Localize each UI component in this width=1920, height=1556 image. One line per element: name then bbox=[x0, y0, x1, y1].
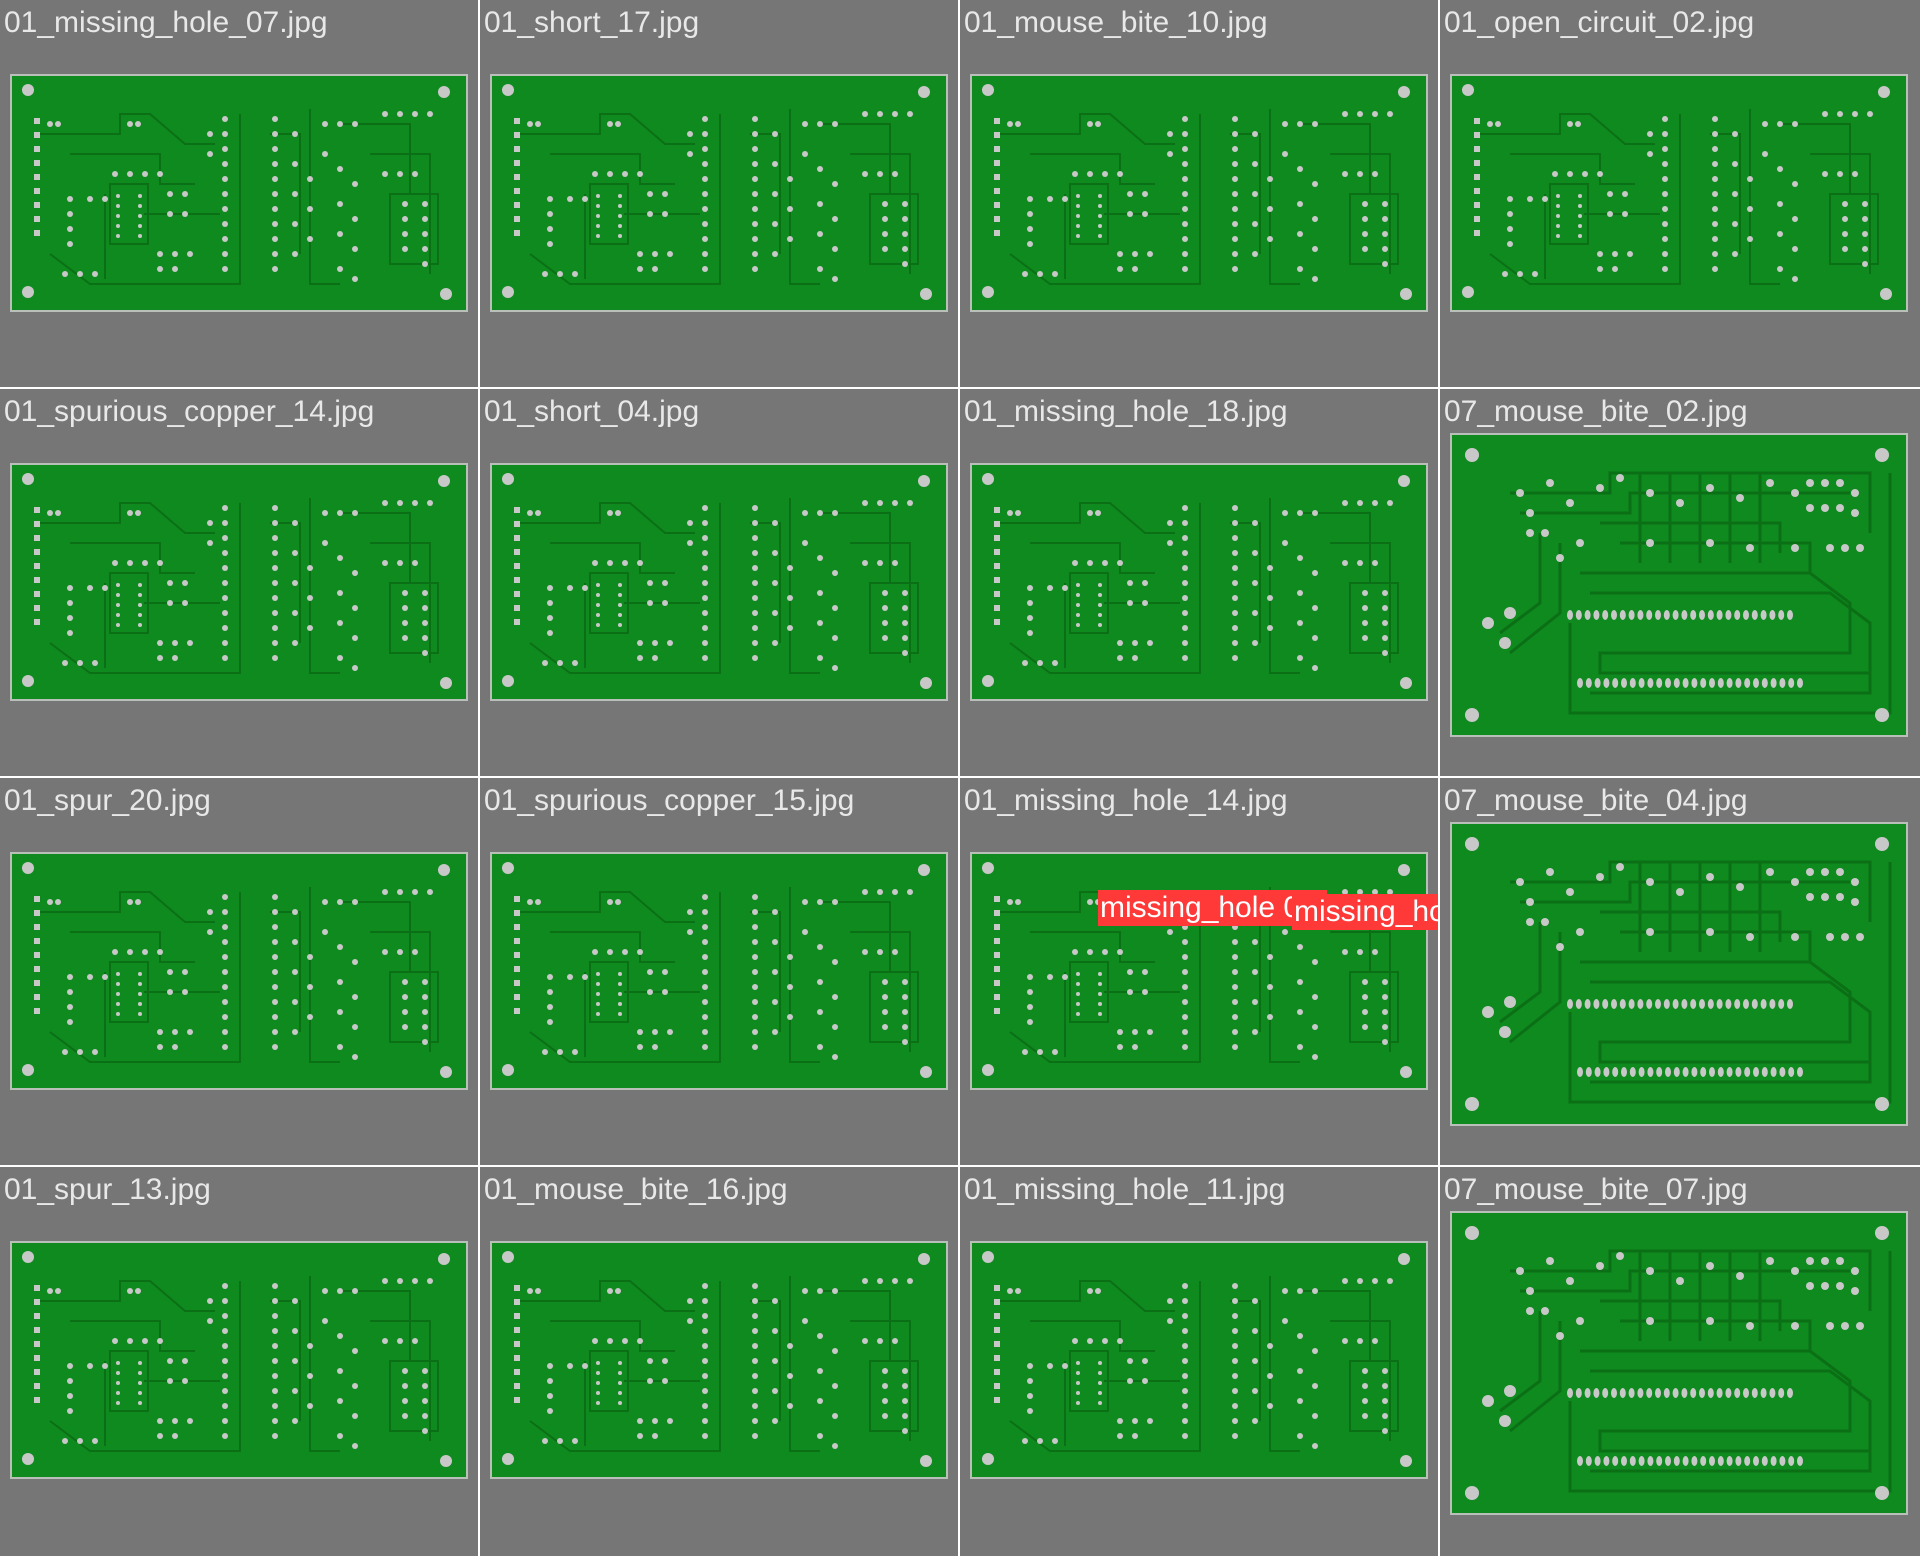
image-filename-label: 01_missing_hole_18.jpg bbox=[964, 395, 1288, 428]
image-tile[interactable]: 01_spurious_copper_14.jpg bbox=[0, 389, 480, 778]
pcb-board-01-image bbox=[490, 74, 948, 312]
image-filename-label: 01_open_circuit_02.jpg bbox=[1444, 6, 1755, 39]
image-tile[interactable]: 01_short_04.jpg bbox=[480, 389, 960, 778]
image-tile[interactable]: 01_missing_hole_07.jpg bbox=[0, 0, 480, 389]
image-filename-label: 01_mouse_bite_16.jpg bbox=[484, 1173, 788, 1206]
image-filename-label: 01_spur_13.jpg bbox=[4, 1173, 211, 1206]
image-filename-label: 01_spur_20.jpg bbox=[4, 784, 211, 817]
image-tile[interactable]: 01_missing_hole_18.jpg bbox=[960, 389, 1440, 778]
pcb-board-07-image bbox=[1450, 822, 1908, 1126]
image-filename-label: 01_short_04.jpg bbox=[484, 395, 700, 428]
image-filename-label: 01_spurious_copper_15.jpg bbox=[484, 784, 855, 817]
pcb-board-01-image bbox=[970, 463, 1428, 701]
pcb-board-01-image bbox=[10, 74, 468, 312]
pcb-board-07-image bbox=[1450, 433, 1908, 737]
image-tile[interactable]: 01_spurious_copper_15.jpg bbox=[480, 778, 960, 1167]
pcb-board-01-image bbox=[490, 852, 948, 1090]
pcb-board-01-image bbox=[970, 74, 1428, 312]
image-tile[interactable]: 01_short_17.jpg bbox=[480, 0, 960, 389]
image-tile[interactable]: 07_mouse_bite_07.jpg bbox=[1440, 1167, 1920, 1556]
image-tile[interactable]: 01_missing_hole_11.jpg bbox=[960, 1167, 1440, 1556]
image-filename-label: 01_mouse_bite_10.jpg bbox=[964, 6, 1268, 39]
pcb-board-01-image bbox=[1450, 74, 1908, 312]
image-tile[interactable]: 07_mouse_bite_02.jpg bbox=[1440, 389, 1920, 778]
image-tile[interactable]: 01_missing_hole_14.jpg missing_hole 0.3 … bbox=[960, 778, 1440, 1167]
image-tile[interactable]: 01_spur_20.jpg bbox=[0, 778, 480, 1167]
pcb-board-07-image bbox=[1450, 1211, 1908, 1515]
pcb-board-01-image bbox=[490, 1241, 948, 1479]
image-filename-label: 07_mouse_bite_02.jpg bbox=[1444, 395, 1748, 428]
pcb-board-01-image bbox=[970, 852, 1428, 1090]
pcb-board-01-image bbox=[10, 852, 468, 1090]
pcb-board-01-image bbox=[970, 1241, 1428, 1479]
image-tile[interactable]: 01_mouse_bite_10.jpg bbox=[960, 0, 1440, 389]
image-filename-label: 01_missing_hole_14.jpg bbox=[964, 784, 1288, 817]
image-filename-label: 01_missing_hole_07.jpg bbox=[4, 6, 328, 39]
image-tile[interactable]: 07_mouse_bite_04.jpg bbox=[1440, 778, 1920, 1167]
image-filename-label: 01_short_17.jpg bbox=[484, 6, 700, 39]
detection-label: missing_hole 0.3 bbox=[1292, 894, 1438, 930]
pcb-board-01-image bbox=[10, 463, 468, 701]
image-tile[interactable]: 01_open_circuit_02.jpg bbox=[1440, 0, 1920, 389]
image-tile[interactable]: 01_spur_13.jpg bbox=[0, 1167, 480, 1556]
pcb-board-01-image bbox=[10, 1241, 468, 1479]
image-filename-label: 01_missing_hole_11.jpg bbox=[964, 1173, 1286, 1206]
image-grid: 01_missing_hole_07.jpg 01_short_17.jpg 0… bbox=[0, 0, 1920, 1556]
image-filename-label: 01_spurious_copper_14.jpg bbox=[4, 395, 375, 428]
image-filename-label: 07_mouse_bite_07.jpg bbox=[1444, 1173, 1748, 1206]
pcb-board-01-image bbox=[490, 463, 948, 701]
image-tile[interactable]: 01_mouse_bite_16.jpg bbox=[480, 1167, 960, 1556]
image-filename-label: 07_mouse_bite_04.jpg bbox=[1444, 784, 1748, 817]
